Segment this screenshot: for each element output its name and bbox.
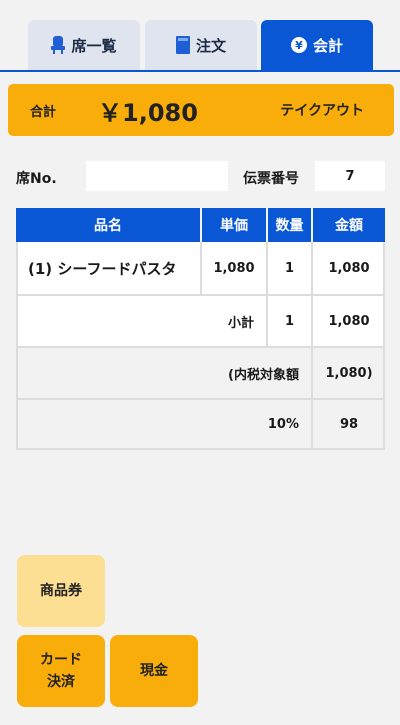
- item-name: (1) シーフードパスタ: [28, 259, 177, 278]
- column-divider: [266, 242, 268, 346]
- tax-included-row: (内税対象額 1,080): [16, 348, 385, 398]
- tab-seat-list[interactable]: 席一覧: [28, 20, 140, 70]
- tax-rate: 10%: [267, 416, 299, 432]
- tax-amount: 98: [339, 416, 359, 432]
- tab-order-label: 注文: [195, 36, 226, 55]
- card-payment-label-line1: カード: [40, 651, 82, 668]
- column-divider: [383, 242, 385, 450]
- seat-icon: [51, 36, 66, 54]
- subtotal-label: 小計: [227, 315, 254, 331]
- card-payment-label-line2: 決済: [47, 674, 75, 690]
- slip-number-value: 7: [315, 161, 385, 191]
- subtotal-amount: 1,080: [328, 313, 370, 329]
- column-divider: [16, 242, 18, 450]
- yen-coin-icon: ¥: [290, 37, 307, 53]
- column-divider: [311, 242, 313, 450]
- seat-number-label: 席No.: [16, 171, 57, 187]
- item-amount: 1,080: [328, 260, 370, 276]
- total-bar: 合計 ￥1,080 テイクアウト: [8, 84, 394, 136]
- cash-payment-button[interactable]: 現金: [110, 635, 198, 707]
- header-unit-price: 単価: [202, 208, 266, 242]
- header-amount: 金額: [313, 208, 385, 242]
- item-quantity: 1: [284, 260, 295, 276]
- tab-bar: 席一覧 注文 ¥ 会計: [0, 0, 400, 72]
- card-payment-button[interactable]: カード 決済: [17, 635, 105, 707]
- subtotal-row: 小計 1 1,080: [16, 296, 385, 346]
- header-quantity: 数量: [268, 208, 311, 242]
- gift-voucher-button[interactable]: 商品券: [17, 555, 105, 627]
- tab-seat-list-label: 席一覧: [71, 36, 117, 55]
- header-item-name: 品名: [16, 208, 200, 242]
- tax-included-label: (内税対象額: [228, 367, 299, 383]
- tab-order[interactable]: 注文: [145, 20, 257, 70]
- tax-included-amount: 1,080): [325, 365, 373, 381]
- column-divider: [200, 242, 202, 294]
- svg-text:¥: ¥: [295, 39, 303, 52]
- tab-checkout-label: 会計: [312, 36, 343, 55]
- table-bottom-border: [16, 448, 385, 450]
- item-unit-price: 1,080: [213, 260, 255, 276]
- slip-number-label: 伝票番号: [243, 171, 299, 187]
- seat-number-field[interactable]: [86, 161, 228, 191]
- tax-row: 10% 98: [16, 400, 385, 448]
- subtotal-quantity: 1: [284, 313, 295, 329]
- order-mode: テイクアウト: [280, 103, 364, 119]
- total-amount: ￥1,080: [98, 99, 198, 127]
- tab-checkout[interactable]: ¥ 会計: [261, 20, 373, 70]
- book-icon: [175, 36, 190, 54]
- tab-underline: [0, 70, 400, 72]
- total-label: 合計: [30, 105, 57, 120]
